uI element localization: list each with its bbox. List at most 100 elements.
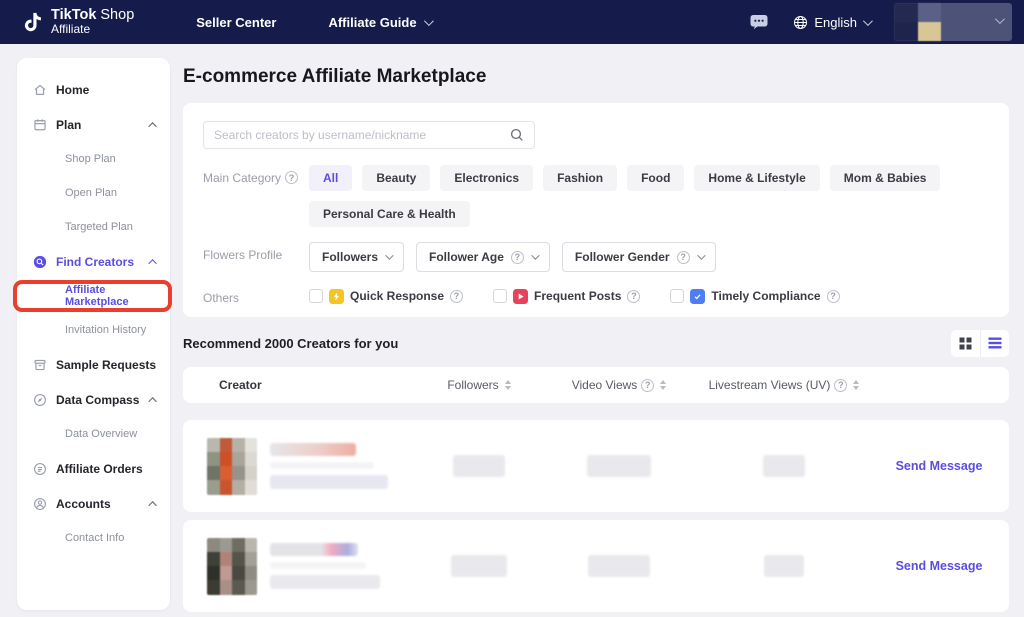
followers-profile-label: Flowers Profile xyxy=(203,242,309,272)
sidebar: Home Plan Shop Plan Open Plan Targeted P… xyxy=(17,58,170,610)
chevron-down-icon xyxy=(424,16,434,26)
video-views-value-redacted xyxy=(587,455,651,477)
column-followers[interactable]: Followers xyxy=(419,378,539,392)
sidebar-item-invitation-history[interactable]: Invitation History xyxy=(17,313,170,347)
brand-line2: Affiliate xyxy=(51,23,134,36)
category-chip-food[interactable]: Food xyxy=(627,165,684,191)
creator-row[interactable]: Send Message xyxy=(183,420,1009,512)
compass-icon xyxy=(33,393,47,407)
followers-value-redacted xyxy=(451,555,507,577)
follower-age-dropdown[interactable]: Follower Age ? xyxy=(416,242,550,272)
help-icon[interactable]: ? xyxy=(627,290,640,303)
followers-dropdown[interactable]: Followers xyxy=(309,242,404,272)
timely-compliance-option: Timely Compliance ? xyxy=(670,289,839,304)
sidebar-item-open-plan[interactable]: Open Plan xyxy=(17,176,170,210)
video-views-value-redacted xyxy=(588,555,650,577)
globe-icon xyxy=(793,15,808,30)
sidebar-item-affiliate-orders[interactable]: Affiliate Orders xyxy=(17,451,170,486)
search-input[interactable] xyxy=(214,128,502,142)
page-title: E-commerce Affiliate Marketplace xyxy=(183,66,486,88)
chat-message-icon[interactable] xyxy=(749,13,769,31)
creator-avatar xyxy=(207,438,257,495)
list-view-button[interactable] xyxy=(980,330,1010,357)
lightning-icon xyxy=(329,289,344,304)
sidebar-item-plan[interactable]: Plan xyxy=(17,107,170,142)
help-icon[interactable]: ? xyxy=(641,379,654,392)
orders-icon xyxy=(33,462,47,476)
others-label: Others xyxy=(203,285,309,305)
category-chips: All Beauty Electronics Fashion Food Home… xyxy=(309,165,969,227)
top-navigation-bar: TikTokShop Affiliate Seller Center Affil… xyxy=(0,0,1024,44)
sidebar-item-sample-requests[interactable]: Sample Requests xyxy=(17,347,170,382)
grid-icon xyxy=(959,337,972,350)
frequent-posts-checkbox[interactable] xyxy=(493,289,507,303)
document-check-icon xyxy=(690,289,705,304)
avatar xyxy=(894,3,941,41)
sidebar-item-find-creators[interactable]: Find Creators xyxy=(17,244,170,279)
tiktok-note-icon xyxy=(22,10,44,34)
calendar-icon xyxy=(33,118,47,132)
sort-icon[interactable] xyxy=(505,380,511,390)
chevron-up-icon xyxy=(148,122,156,130)
creator-name-redacted xyxy=(270,443,388,489)
chevron-up-icon xyxy=(148,501,156,509)
help-icon[interactable]: ? xyxy=(285,171,298,184)
followers-value-redacted xyxy=(453,455,505,477)
help-icon[interactable]: ? xyxy=(450,290,463,303)
follower-gender-dropdown[interactable]: Follower Gender ? xyxy=(562,242,716,272)
nav-affiliate-guide[interactable]: Affiliate Guide xyxy=(328,15,430,30)
creator-row[interactable]: Send Message xyxy=(183,520,1009,612)
recommend-heading: Recommend 2000 Creators for you xyxy=(183,336,398,351)
help-icon[interactable]: ? xyxy=(827,290,840,303)
quick-response-option: Quick Response ? xyxy=(309,289,463,304)
sidebar-item-accounts[interactable]: Accounts xyxy=(17,486,170,521)
column-creator: Creator xyxy=(183,378,419,392)
category-chip-fashion[interactable]: Fashion xyxy=(543,165,617,191)
chevron-down-icon xyxy=(995,14,1005,24)
chevron-up-icon xyxy=(148,397,156,405)
brand-name: TikTok xyxy=(51,7,96,23)
creator-search xyxy=(203,121,535,149)
sidebar-item-affiliate-marketplace[interactable]: Affiliate Marketplace xyxy=(17,279,170,313)
category-chip-beauty[interactable]: Beauty xyxy=(362,165,430,191)
search-icon[interactable] xyxy=(510,128,524,142)
grid-view-button[interactable] xyxy=(951,330,980,357)
view-toggle xyxy=(951,330,1009,357)
creator-name-redacted xyxy=(270,543,380,589)
sort-icon[interactable] xyxy=(853,380,859,390)
send-message-button[interactable]: Send Message xyxy=(896,559,983,573)
tiktok-shop-affiliate-logo[interactable]: TikTokShop Affiliate xyxy=(22,8,134,36)
user-account-menu[interactable] xyxy=(894,3,1012,41)
sidebar-item-home[interactable]: Home xyxy=(17,72,170,107)
category-chip-mom-babies[interactable]: Mom & Babies xyxy=(830,165,941,191)
sidebar-item-contact-info[interactable]: Contact Info xyxy=(17,521,170,555)
livestream-views-value-redacted xyxy=(764,555,804,577)
category-chip-personal-care[interactable]: Personal Care & Health xyxy=(309,201,470,227)
nav-seller-center[interactable]: Seller Center xyxy=(196,15,276,30)
filter-panel: Main Category ? All Beauty Electronics F… xyxy=(183,103,1009,317)
chevron-down-icon xyxy=(531,251,539,259)
chevron-down-icon xyxy=(863,16,873,26)
language-selector[interactable]: English xyxy=(793,15,870,30)
category-chip-all[interactable]: All xyxy=(309,165,352,191)
sidebar-item-shop-plan[interactable]: Shop Plan xyxy=(17,142,170,176)
chevron-down-icon xyxy=(385,251,393,259)
category-chip-home-lifestyle[interactable]: Home & Lifestyle xyxy=(694,165,819,191)
help-icon[interactable]: ? xyxy=(834,379,847,392)
find-creators-icon xyxy=(33,255,47,269)
sidebar-item-data-compass[interactable]: Data Compass xyxy=(17,382,170,417)
play-icon xyxy=(513,289,528,304)
chevron-down-icon xyxy=(697,251,705,259)
timely-compliance-checkbox[interactable] xyxy=(670,289,684,303)
quick-response-checkbox[interactable] xyxy=(309,289,323,303)
livestream-views-value-redacted xyxy=(763,455,805,477)
column-video-views[interactable]: Video Views ? xyxy=(539,378,699,392)
column-livestream-views[interactable]: Livestream Views (UV) ? xyxy=(699,378,869,392)
frequent-posts-option: Frequent Posts ? xyxy=(493,289,640,304)
send-message-button[interactable]: Send Message xyxy=(896,459,983,473)
sort-icon[interactable] xyxy=(660,380,666,390)
sidebar-item-data-overview[interactable]: Data Overview xyxy=(17,417,170,451)
sidebar-item-targeted-plan[interactable]: Targeted Plan xyxy=(17,210,170,244)
box-icon xyxy=(33,358,47,372)
category-chip-electronics[interactable]: Electronics xyxy=(440,165,533,191)
